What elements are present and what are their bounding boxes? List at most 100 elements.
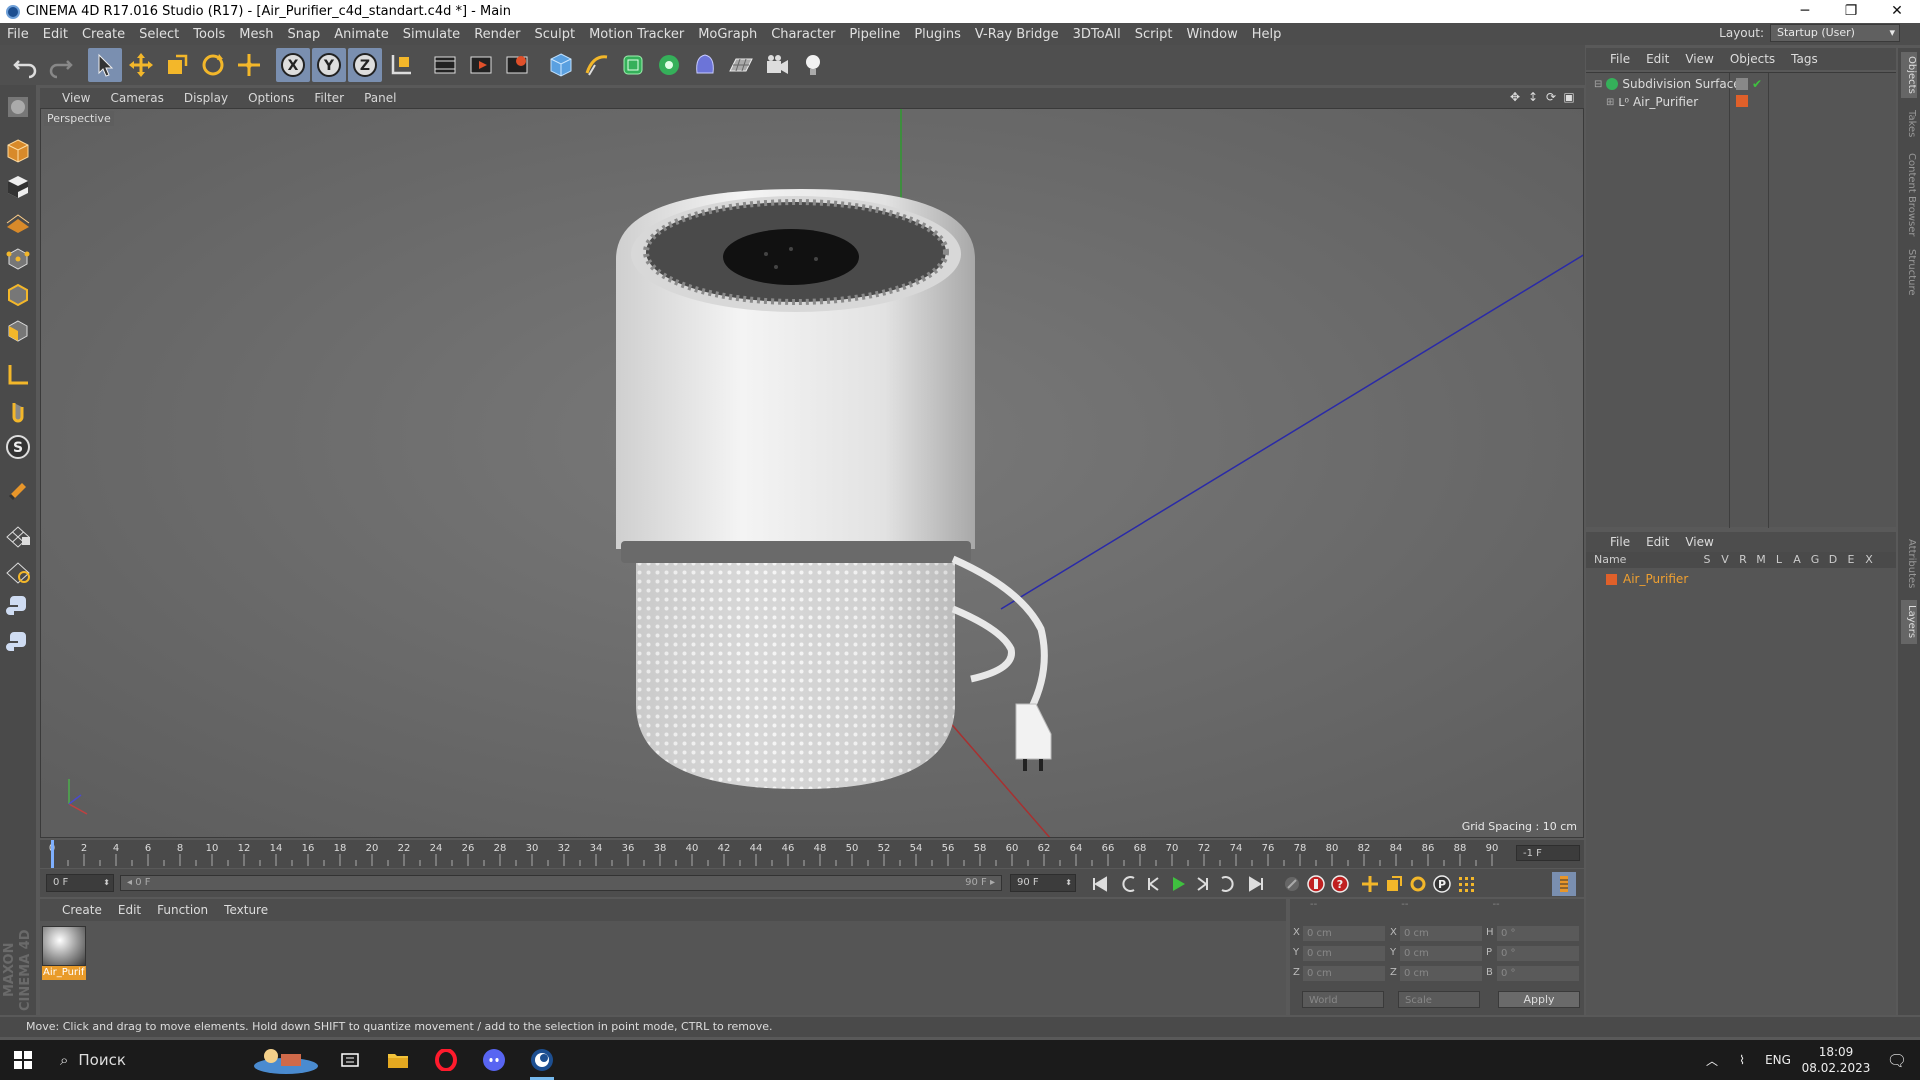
menu-vray-bridge[interactable]: V-Ray Bridge [968, 27, 1066, 42]
key-position-icon[interactable] [1358, 872, 1382, 896]
polygons-mode-icon[interactable] [2, 315, 34, 347]
rotation-h-field[interactable]: 0 ° [1497, 926, 1579, 941]
object-row-air-purifier[interactable]: ⊞ L⁰ Air_Purifier [1606, 94, 1698, 110]
size-mode-dropdown[interactable]: Scale [1398, 991, 1480, 1008]
minimize-button[interactable]: ─ [1782, 0, 1828, 23]
previous-key-icon[interactable] [1118, 872, 1142, 896]
start-frame-field[interactable]: 0 F ⬍ [46, 874, 114, 892]
end-frame-field[interactable]: 90 F ⬍ [1010, 874, 1076, 892]
frame-range-slider[interactable]: ◂ 0 F 90 F ▸ [120, 875, 1002, 891]
record-active-icon[interactable] [1304, 872, 1328, 896]
play-forward-icon[interactable] [1166, 872, 1190, 896]
size-y-field[interactable]: 0 cm [1400, 946, 1482, 961]
layout-dropdown[interactable]: Startup (User) [1770, 24, 1900, 42]
windows-start-icon[interactable] [0, 1040, 46, 1080]
timeline-current-frame-field[interactable]: -1 F [1516, 845, 1580, 861]
record-keys-icon[interactable] [1280, 872, 1304, 896]
taskbar-search-box[interactable]: ⌕ Поиск [46, 1040, 246, 1080]
layer-color-tag-icon[interactable] [1736, 95, 1748, 107]
material-swatch[interactable]: Air_Purif [42, 926, 86, 982]
tab-layers[interactable]: Layers [1901, 600, 1917, 644]
layer-color-swatch[interactable] [1606, 573, 1617, 585]
tab-takes[interactable]: Takes [1901, 104, 1917, 144]
tab-objects[interactable]: Objects [1901, 52, 1917, 98]
material-menu-edit[interactable]: Edit [110, 903, 149, 917]
move-tool-icon[interactable] [124, 48, 158, 82]
render-view-icon[interactable] [428, 48, 462, 82]
menu-script[interactable]: Script [1128, 27, 1180, 42]
timeline-ruler[interactable]: 0246810121416182022242628303234363840424… [40, 840, 1584, 868]
viewport-zoom-icon[interactable]: ↕ [1526, 90, 1540, 104]
menu-render[interactable]: Render [467, 27, 527, 42]
timeline-layout-icon[interactable] [1552, 872, 1576, 896]
next-frame-icon[interactable] [1190, 872, 1214, 896]
material-menu-create[interactable]: Create [54, 903, 110, 917]
menu-window[interactable]: Window [1179, 27, 1244, 42]
tab-attributes[interactable]: Attributes [1901, 534, 1917, 594]
menu-simulate[interactable]: Simulate [396, 27, 467, 42]
axis-mode-icon[interactable] [2, 359, 34, 391]
cloner-icon[interactable] [652, 48, 686, 82]
autokey-icon[interactable]: ? [1328, 872, 1352, 896]
live-selection-icon[interactable] [232, 48, 266, 82]
key-parameter-icon[interactable]: P [1430, 872, 1454, 896]
close-button[interactable]: ✕ [1874, 0, 1920, 23]
edges-mode-icon[interactable] [2, 279, 34, 311]
subdivision-surface-icon[interactable] [616, 48, 650, 82]
news-widget-icon[interactable] [246, 1040, 326, 1080]
enabled-check-icon[interactable]: ✔ [1752, 77, 1764, 91]
language-indicator[interactable]: ENG [1758, 1053, 1798, 1067]
workplane-mode-icon[interactable] [2, 207, 34, 239]
go-to-start-icon[interactable] [1088, 872, 1112, 896]
position-x-field[interactable]: 0 cm [1303, 926, 1385, 941]
tab-content-browser[interactable]: Content Browser [1901, 150, 1917, 240]
z-axis-lock-icon[interactable]: Z [348, 48, 382, 82]
rotation-p-field[interactable]: 0 ° [1497, 946, 1579, 961]
points-mode-icon[interactable] [2, 243, 34, 275]
viewport-menu-display[interactable]: Display [174, 91, 238, 105]
menu-mograph[interactable]: MoGraph [691, 27, 764, 42]
rotation-b-field[interactable]: 0 ° [1497, 966, 1579, 981]
layers-menu-edit[interactable]: Edit [1638, 535, 1677, 549]
menu-edit[interactable]: Edit [36, 27, 75, 42]
deformer-icon[interactable] [688, 48, 722, 82]
expand-icon[interactable]: ⊞ [1606, 97, 1614, 108]
viewport-menu-view[interactable]: View [52, 91, 100, 105]
position-z-field[interactable]: 0 cm [1303, 966, 1385, 981]
tray-overflow-chevron-icon[interactable]: ︿ [1698, 1052, 1726, 1069]
rotate-tool-icon[interactable] [196, 48, 230, 82]
render-to-picture-viewer-icon[interactable] [464, 48, 498, 82]
apply-button[interactable]: Apply [1498, 991, 1580, 1008]
x-axis-lock-icon[interactable]: X [276, 48, 310, 82]
cube-primitive-icon[interactable] [544, 48, 578, 82]
collapse-icon[interactable]: ⊟ [1594, 79, 1602, 90]
camera-icon[interactable] [760, 48, 794, 82]
menu-tools[interactable]: Tools [186, 27, 232, 42]
coordinate-system-icon[interactable] [384, 48, 418, 82]
viewport-menu-options[interactable]: Options [238, 91, 304, 105]
tweak-mode-icon[interactable] [2, 395, 34, 427]
discord-icon[interactable] [470, 1040, 518, 1080]
layer-tag-icon[interactable] [1736, 78, 1748, 90]
model-mode-icon[interactable] [2, 135, 34, 167]
viewport-menu-cameras[interactable]: Cameras [100, 91, 173, 105]
coordinate-space-dropdown[interactable]: World [1302, 991, 1384, 1008]
key-pla-icon[interactable] [1454, 872, 1478, 896]
previous-frame-icon[interactable] [1142, 872, 1166, 896]
material-menu-texture[interactable]: Texture [216, 903, 276, 917]
workplane-lock-icon[interactable] [2, 519, 34, 551]
menu-sculpt[interactable]: Sculpt [527, 27, 582, 42]
objects-menu-tags[interactable]: Tags [1783, 52, 1826, 66]
planar-workplane-icon[interactable] [2, 555, 34, 587]
key-scale-icon[interactable] [1382, 872, 1406, 896]
layer-row-air-purifier[interactable]: Air_Purifier [1606, 572, 1688, 586]
network-icon[interactable]: ⌇ [1726, 1053, 1758, 1067]
python-script-2-icon[interactable] [2, 627, 34, 659]
maximize-button[interactable]: ❐ [1828, 0, 1874, 23]
viewport-camera-label[interactable]: Perspective [44, 111, 114, 126]
texture-mode-icon[interactable] [2, 171, 34, 203]
menu-pipeline[interactable]: Pipeline [842, 27, 907, 42]
menu-mesh[interactable]: Mesh [232, 27, 280, 42]
notifications-icon[interactable]: 🗨 [1874, 1051, 1920, 1070]
taskbar-clock[interactable]: 18:09 08.02.2023 [1798, 1044, 1874, 1076]
